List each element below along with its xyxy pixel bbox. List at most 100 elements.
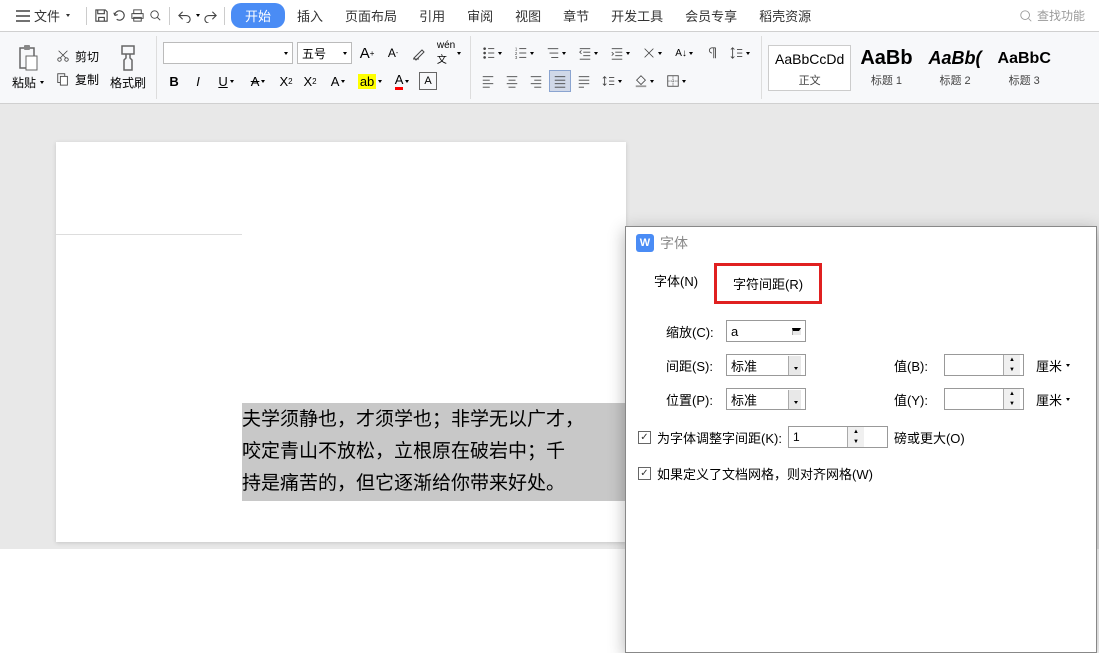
copy-button[interactable]: 复制: [51, 69, 103, 90]
text-effect-button[interactable]: A: [323, 70, 353, 92]
increase-indent-button[interactable]: [605, 42, 635, 64]
tab-font[interactable]: 字体(N): [638, 263, 714, 304]
align-right-button[interactable]: [525, 70, 547, 92]
superscript-button[interactable]: X2: [275, 70, 297, 92]
font-color-button[interactable]: A: [387, 70, 417, 92]
multilevel-button[interactable]: [541, 42, 571, 64]
kerning-label: 为字体调整字间距(K):: [657, 428, 782, 447]
align-center-button[interactable]: [501, 70, 523, 92]
clipboard-group: 粘贴 剪切 复制 格式刷: [6, 36, 157, 99]
menu-member[interactable]: 会员专享: [675, 2, 747, 29]
menu-start[interactable]: 开始: [231, 3, 285, 28]
phonetic-button[interactable]: wén文: [434, 42, 464, 64]
value-b-spinner[interactable]: ▲▼: [944, 354, 1024, 376]
underline-button[interactable]: U: [211, 70, 241, 92]
cut-button[interactable]: 剪切: [51, 46, 103, 67]
undo-arrow-icon[interactable]: [176, 8, 192, 24]
kerning-checkbox[interactable]: ✓: [638, 431, 651, 444]
menu-bar: 文件 开始 插入 页面布局 引用 审阅 视图 章节 开发工具 会员专享 稻壳资源…: [0, 0, 1099, 32]
search-icon: [1019, 9, 1033, 23]
subscript-button[interactable]: X2: [299, 70, 321, 92]
font-dialog: W 字体 字体(N) 字符间距(R) 缩放(C): a 间距(S): 标准 值(…: [625, 226, 1097, 653]
strikethrough-button[interactable]: A: [243, 70, 273, 92]
print-preview-icon[interactable]: [147, 8, 163, 24]
position-combo[interactable]: 标准: [726, 388, 806, 410]
unit-b-dropdown[interactable]: 厘米: [1032, 356, 1074, 375]
svg-text:3: 3: [515, 55, 518, 60]
grid-checkbox[interactable]: ✓: [638, 467, 651, 480]
paste-button[interactable]: 粘贴: [8, 42, 48, 93]
align-left-button[interactable]: [477, 70, 499, 92]
style-heading2[interactable]: AaBb( 标题 2: [922, 45, 989, 91]
align-justify-button[interactable]: [549, 70, 571, 92]
font-group: 五号 A+ A- wén文 B I U A X2 X2 A ab A A: [161, 36, 471, 99]
shading-button[interactable]: [629, 70, 659, 92]
tab-char-spacing[interactable]: 字符间距(R): [714, 263, 822, 304]
style-heading3[interactable]: AaBbC 标题 3: [991, 45, 1058, 91]
grid-label: 如果定义了文档网格，则对齐网格(W): [657, 464, 873, 483]
line-spacing2-button[interactable]: [597, 70, 627, 92]
undo-dropdown[interactable]: [196, 14, 200, 17]
menu-chapter[interactable]: 章节: [553, 2, 599, 29]
menu-insert[interactable]: 插入: [287, 2, 333, 29]
numbering-button[interactable]: 123: [509, 42, 539, 64]
workspace: 夫学须静也，才须学也；非学无以广才， 咬定青山不放松，立根原在破岩中；千 持是痛…: [0, 104, 1099, 549]
char-border-button[interactable]: A: [419, 72, 437, 90]
style-body[interactable]: AaBbCcDd 正文: [768, 45, 851, 91]
divider: [224, 7, 225, 25]
margin-guide: [56, 234, 242, 235]
menu-dev-tools[interactable]: 开发工具: [601, 2, 673, 29]
divider: [169, 7, 170, 25]
style-heading1[interactable]: AaBb 标题 1: [853, 45, 919, 91]
paragraph-group: 123 A↓: [475, 36, 762, 99]
ribbon: 粘贴 剪切 复制 格式刷 五号 A+ A- wén文 B I U A X2 X2…: [0, 32, 1099, 104]
styles-group: AaBbCcDd 正文 AaBb 标题 1 AaBb( 标题 2 AaBbC 标…: [766, 36, 1064, 99]
menu-page-layout[interactable]: 页面布局: [335, 2, 407, 29]
print-icon[interactable]: [129, 8, 145, 24]
decrease-font-button[interactable]: A-: [382, 42, 404, 64]
dialog-body: 缩放(C): a 间距(S): 标准 值(B): ▲▼ 厘米 位置(P): 标准…: [626, 304, 1096, 507]
unit-y-dropdown[interactable]: 厘米: [1032, 390, 1074, 409]
italic-button[interactable]: I: [187, 70, 209, 92]
search-box[interactable]: 查找功能: [1019, 7, 1093, 24]
dialog-titlebar: W 字体: [626, 227, 1096, 259]
menu-reference[interactable]: 引用: [409, 2, 455, 29]
bullets-button[interactable]: [477, 42, 507, 64]
spacing-label: 间距(S):: [666, 356, 718, 375]
asian-layout-button[interactable]: [637, 42, 667, 64]
value-b-label: 值(B):: [894, 356, 936, 375]
value-y-label: 值(Y):: [894, 390, 936, 409]
increase-font-button[interactable]: A+: [356, 42, 378, 64]
decrease-indent-button[interactable]: [573, 42, 603, 64]
scale-combo[interactable]: a: [726, 320, 806, 342]
kerning-spinner[interactable]: ▲▼: [788, 426, 888, 448]
undo-icon[interactable]: [111, 8, 127, 24]
highlight-button[interactable]: ab: [355, 70, 385, 92]
menu-review[interactable]: 审阅: [457, 2, 503, 29]
menu-resources[interactable]: 稻壳资源: [749, 2, 821, 29]
menu-view[interactable]: 视图: [505, 2, 551, 29]
value-y-spinner[interactable]: ▲▼: [944, 388, 1024, 410]
scissors-icon: [55, 48, 71, 64]
clear-format-button[interactable]: [408, 42, 430, 64]
line-spacing-button[interactable]: [725, 42, 755, 64]
divider: [86, 7, 87, 25]
font-size-combo[interactable]: 五号: [297, 42, 352, 64]
copy-icon: [55, 71, 71, 87]
sort-button[interactable]: A↓: [669, 42, 699, 64]
format-painter-button[interactable]: 格式刷: [106, 42, 150, 93]
spacing-combo[interactable]: 标准: [726, 354, 806, 376]
pilcrow-button[interactable]: [701, 42, 723, 64]
menu-file[interactable]: 文件: [6, 2, 80, 29]
borders-button[interactable]: [661, 70, 691, 92]
scale-label: 缩放(C):: [666, 322, 718, 341]
font-name-combo[interactable]: [163, 42, 293, 64]
align-distribute-button[interactable]: [573, 70, 595, 92]
redo-arrow-icon[interactable]: [202, 8, 218, 24]
selected-text[interactable]: 夫学须静也，才须学也；非学无以广才， 咬定青山不放松，立根原在破岩中；千 持是痛…: [242, 403, 630, 501]
position-label: 位置(P):: [666, 390, 718, 409]
hamburger-icon: [16, 10, 30, 22]
dialog-tabs: 字体(N) 字符间距(R): [626, 263, 1096, 304]
bold-button[interactable]: B: [163, 70, 185, 92]
save-icon[interactable]: [93, 8, 109, 24]
